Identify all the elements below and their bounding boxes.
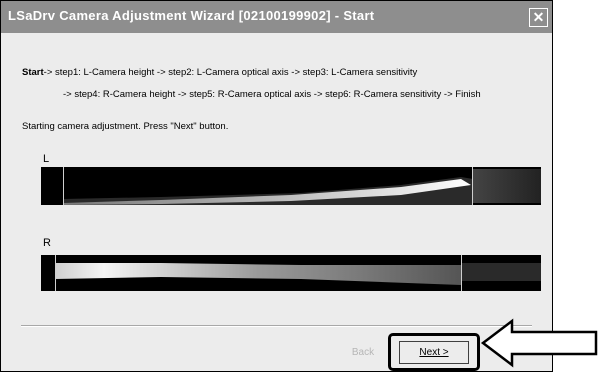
- step-progress-line-2: -> step4: R-Camera height -> step5: R-Ca…: [63, 89, 481, 100]
- button-separator: [21, 325, 532, 327]
- close-icon[interactable]: ✕: [533, 9, 545, 25]
- close-button[interactable]: ✕: [529, 8, 548, 27]
- current-step-start: Start: [22, 67, 44, 78]
- step-list-part-2: -> step4: R-Camera height -> step5: R-Ca…: [63, 89, 481, 100]
- right-camera-image: [41, 255, 541, 291]
- arrow-left-icon: [480, 318, 598, 368]
- camera-adjustment-wizard-window: LSaDrv Camera Adjustment Wizard [0210019…: [0, 0, 553, 372]
- instruction-text: Starting camera adjustment. Press "Next"…: [22, 121, 229, 132]
- left-camera-image-graphic: [41, 167, 541, 205]
- right-camera-image-graphic: [41, 255, 541, 291]
- right-camera-label: R: [43, 237, 51, 249]
- next-button-highlight-frame: [388, 333, 480, 371]
- back-button[interactable]: Back: [337, 342, 389, 364]
- left-camera-image: [41, 167, 541, 205]
- step-list-part-1: -> step1: L-Camera height -> step2: L-Ca…: [43, 67, 418, 78]
- left-camera-label: L: [43, 153, 50, 165]
- step-progress-line-1: Start-> step1: L-Camera height -> step2:…: [22, 67, 417, 78]
- window-title: LSaDrv Camera Adjustment Wizard [0210019…: [8, 8, 375, 23]
- title-bar[interactable]: LSaDrv Camera Adjustment Wizard [0210019…: [1, 1, 552, 33]
